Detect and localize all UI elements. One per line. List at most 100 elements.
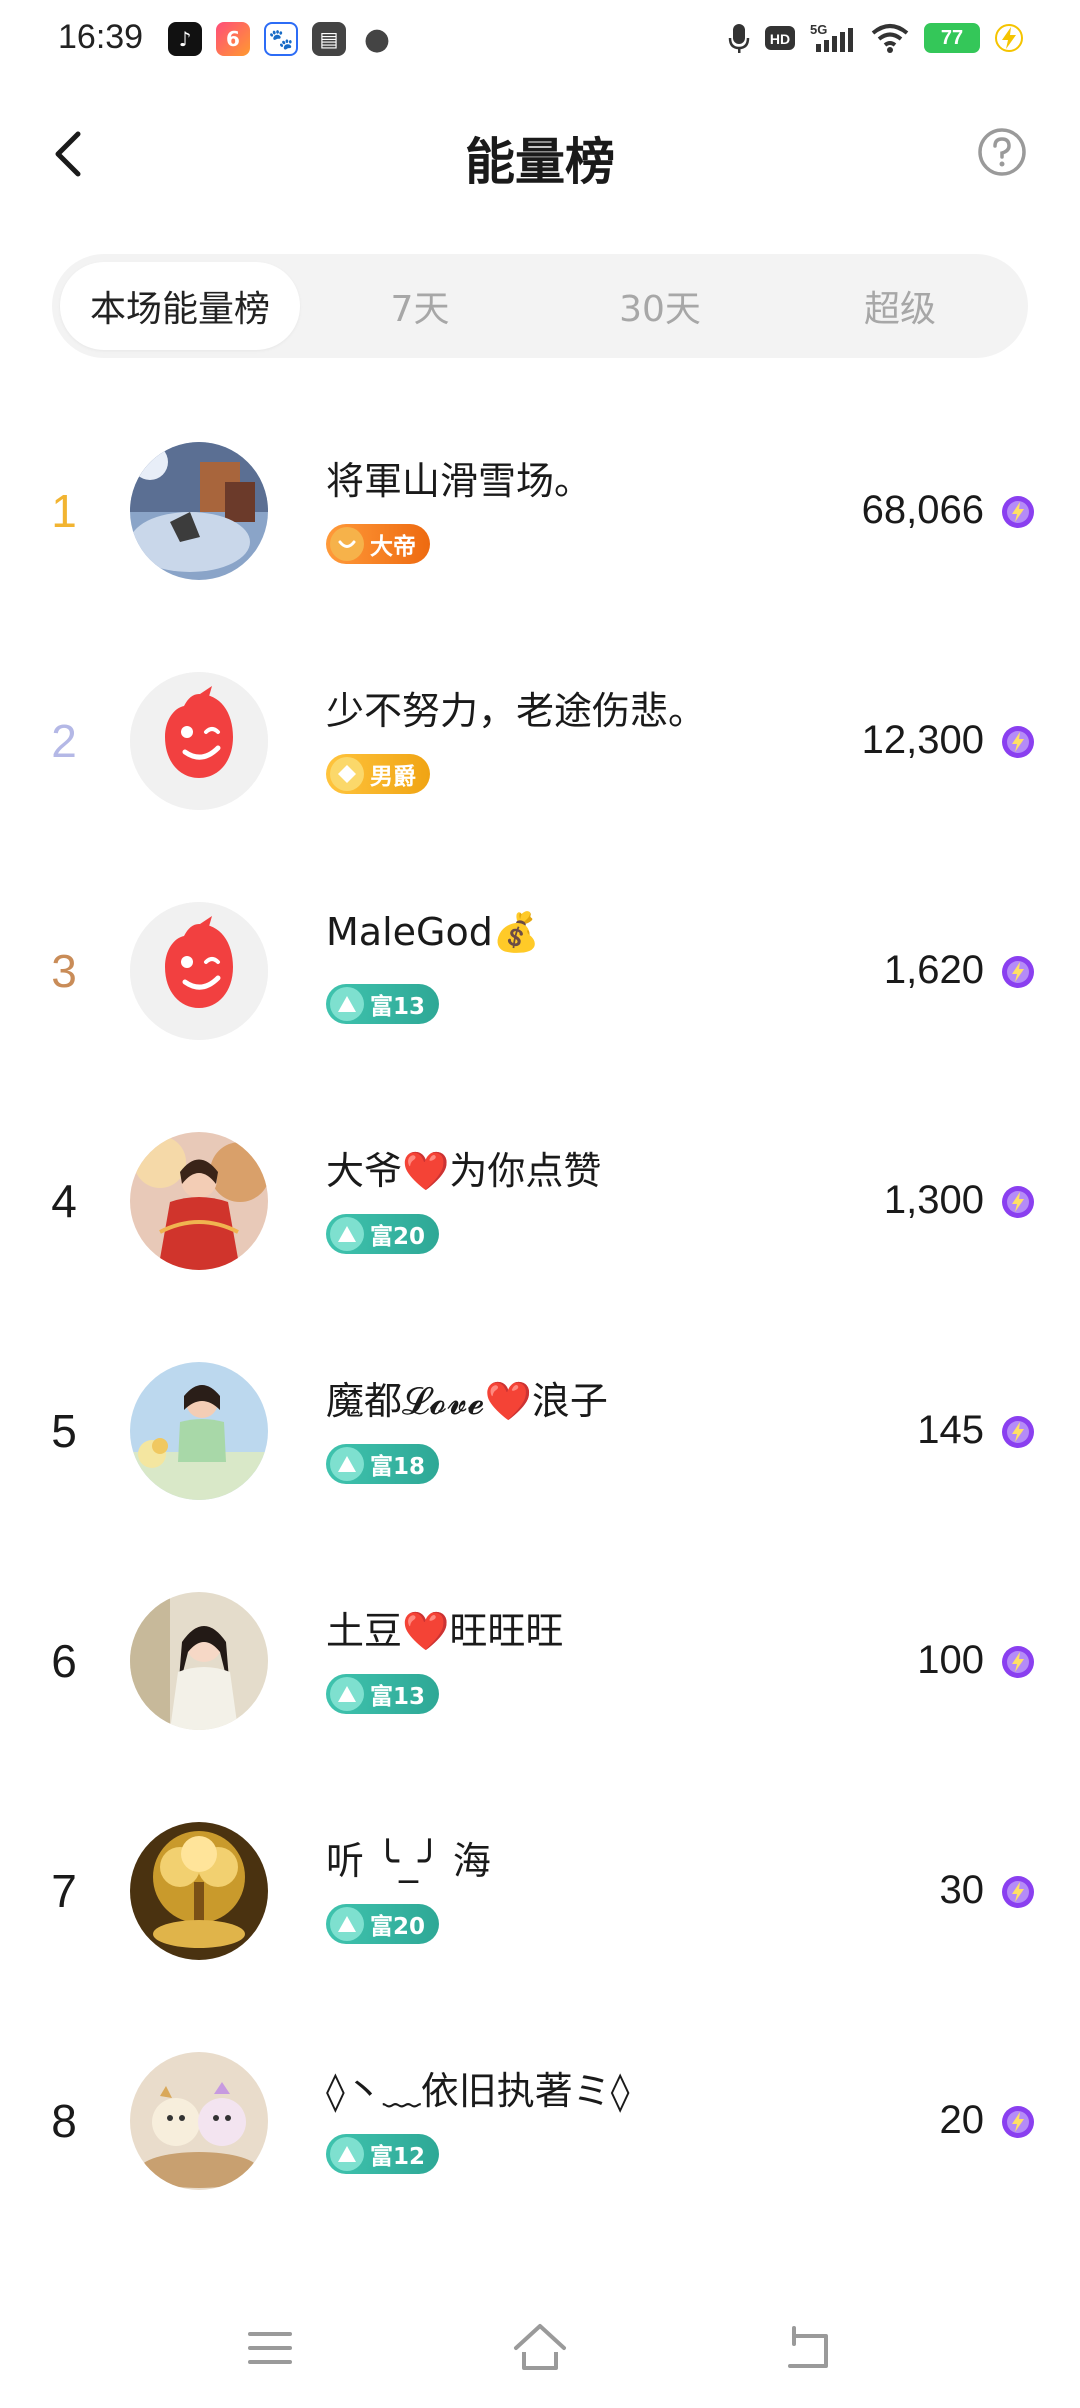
video-app-icon: 6 [216,22,250,56]
user-name: 将軍山滑雪场。 [326,459,593,503]
avatar[interactable] [130,1592,268,1730]
avatar[interactable] [130,1132,268,1270]
svg-text:HD: HD [770,31,790,47]
user-name: ◊丶﹏依旧执著ミ◊ [326,2069,630,2113]
energy-score: 68,066 [861,488,984,532]
mic-icon [728,24,750,53]
rank-number: 2 [51,715,77,767]
status-bar: 16:39 ♪ 6 🐾 ▤ ● HD 5G 77 [0,0,1080,84]
triangle-icon [330,1907,364,1941]
ranking-list: 1 将軍山滑雪场。 大帝 68,066 2 少不努力，老途伤悲。 男爵 12,3… [0,420,1080,2260]
energy-icon [1002,1646,1034,1678]
rank-number: 6 [51,1635,77,1687]
user-name: 少不努力，老途伤悲。 [326,689,707,733]
energy-score: 12,300 [861,718,984,762]
avatar[interactable] [130,672,268,810]
tab-7-days[interactable]: 7天 [300,262,540,350]
wealth-badge: 富12 [326,2134,440,2174]
badge-label: 富20 [370,1914,426,1940]
wealth-badge: 富20 [326,1904,440,1944]
level-badge: 男爵 [326,754,430,794]
avatar[interactable] [130,442,268,580]
5g-signal-icon: 5G [810,22,853,52]
ranking-row[interactable]: 2 少不努力，老途伤悲。 男爵 12,300 [0,650,1080,880]
energy-icon [1002,956,1034,988]
triangle-icon [330,1217,364,1251]
wealth-badge: 富13 [326,984,440,1024]
badge-label: 富12 [370,2144,426,2170]
energy-score: 100 [917,1638,984,1682]
energy-icon [1002,1876,1034,1908]
svg-text:5G: 5G [810,22,827,37]
ranking-row[interactable]: 5 魔都𝓛𝓸𝓿𝓮❤️浪子 富18 145 [0,1340,1080,1570]
wealth-badge: 富13 [326,1674,440,1714]
tab-super[interactable]: 超级 [780,262,1020,350]
tab-30-days[interactable]: 30天 [540,262,780,350]
badge-label: 男爵 [370,764,416,790]
user-name: 大爷❤️为你点赞 [326,1149,602,1193]
triangle-icon [330,2137,364,2171]
energy-score: 1,300 [883,1178,984,1222]
wifi-icon [871,24,909,53]
triangle-icon [330,1677,364,1711]
status-time: 16:39 [58,18,144,56]
avatar[interactable] [130,902,268,1040]
ranking-row[interactable]: 7 听 ╰_╯ 海 富20 30 [0,1800,1080,2030]
rank-number: 1 [51,485,77,537]
rank-number: 4 [51,1175,77,1227]
back-icon[interactable] [780,2318,840,2378]
avatar[interactable] [130,1822,268,1960]
rank-number: 3 [51,945,77,997]
notification-icons: ♪ 6 🐾 ▤ ● [168,21,394,57]
energy-icon [1002,1416,1034,1448]
tab-bar: 本场能量榜 7天 30天 超级 [52,254,1028,358]
page-title: 能量榜 [465,133,615,191]
home-icon[interactable] [510,2318,570,2378]
rank-number: 8 [51,2095,77,2147]
energy-icon [1002,726,1034,758]
rank-number: 5 [51,1405,77,1457]
ranking-row[interactable]: 1 将軍山滑雪场。 大帝 68,066 [0,420,1080,650]
wealth-badge: 富18 [326,1444,440,1484]
user-name: MaleGod💰 [326,910,541,954]
charging-icon [995,24,1023,52]
rank-number: 7 [51,1865,77,1917]
triangle-icon [330,987,364,1021]
hd-icon: HD [765,26,795,50]
menu-icon[interactable] [240,2318,300,2378]
energy-icon [1002,1186,1034,1218]
energy-icon [1002,496,1034,528]
baidu-icon: 🐾 [264,22,298,56]
ranking-row[interactable]: 3 MaleGod💰 富13 1,620 [0,880,1080,1110]
energy-icon [1002,2106,1034,2138]
energy-score: 30 [939,1868,985,1912]
crown-icon [330,527,364,561]
battery-icon: 77 [924,23,980,53]
energy-score: 145 [917,1408,984,1452]
ranking-row[interactable]: 6 土豆❤️旺旺旺 富13 100 [0,1570,1080,1800]
system-nav-bar [0,2290,1080,2408]
tiktok-icon: ♪ [168,22,202,56]
badge-label: 富13 [370,1684,426,1710]
badge-label: 大帝 [370,534,416,560]
avatar[interactable] [130,1362,268,1500]
diamond-icon [330,757,364,791]
energy-score: 20 [939,2098,985,2142]
ranking-row[interactable]: 8 ◊丶﹏依旧执著ミ◊ 富12 20 [0,2030,1080,2260]
triangle-icon [330,1447,364,1481]
user-name: 听 ╰_╯ 海 [326,1839,491,1883]
badge-label: 富18 [370,1454,426,1480]
ranking-row[interactable]: 4 大爷❤️为你点赞 富20 1,300 [0,1110,1080,1340]
wealth-badge: 富20 [326,1214,440,1254]
header: 能量榜 [0,108,1080,198]
tab-current-session[interactable]: 本场能量榜 [60,262,300,350]
card-app-icon: ▤ [312,22,346,56]
energy-score: 1,620 [883,948,984,992]
question-circle-icon[interactable] [976,126,1028,178]
user-name: 魔都𝓛𝓸𝓿𝓮❤️浪子 [326,1379,608,1423]
level-badge: 大帝 [326,524,430,564]
badge-label: 富13 [370,994,426,1020]
user-name: 土豆❤️旺旺旺 [326,1609,564,1653]
chat-bubble-icon: ● [363,21,391,57]
avatar[interactable] [130,2052,268,2190]
